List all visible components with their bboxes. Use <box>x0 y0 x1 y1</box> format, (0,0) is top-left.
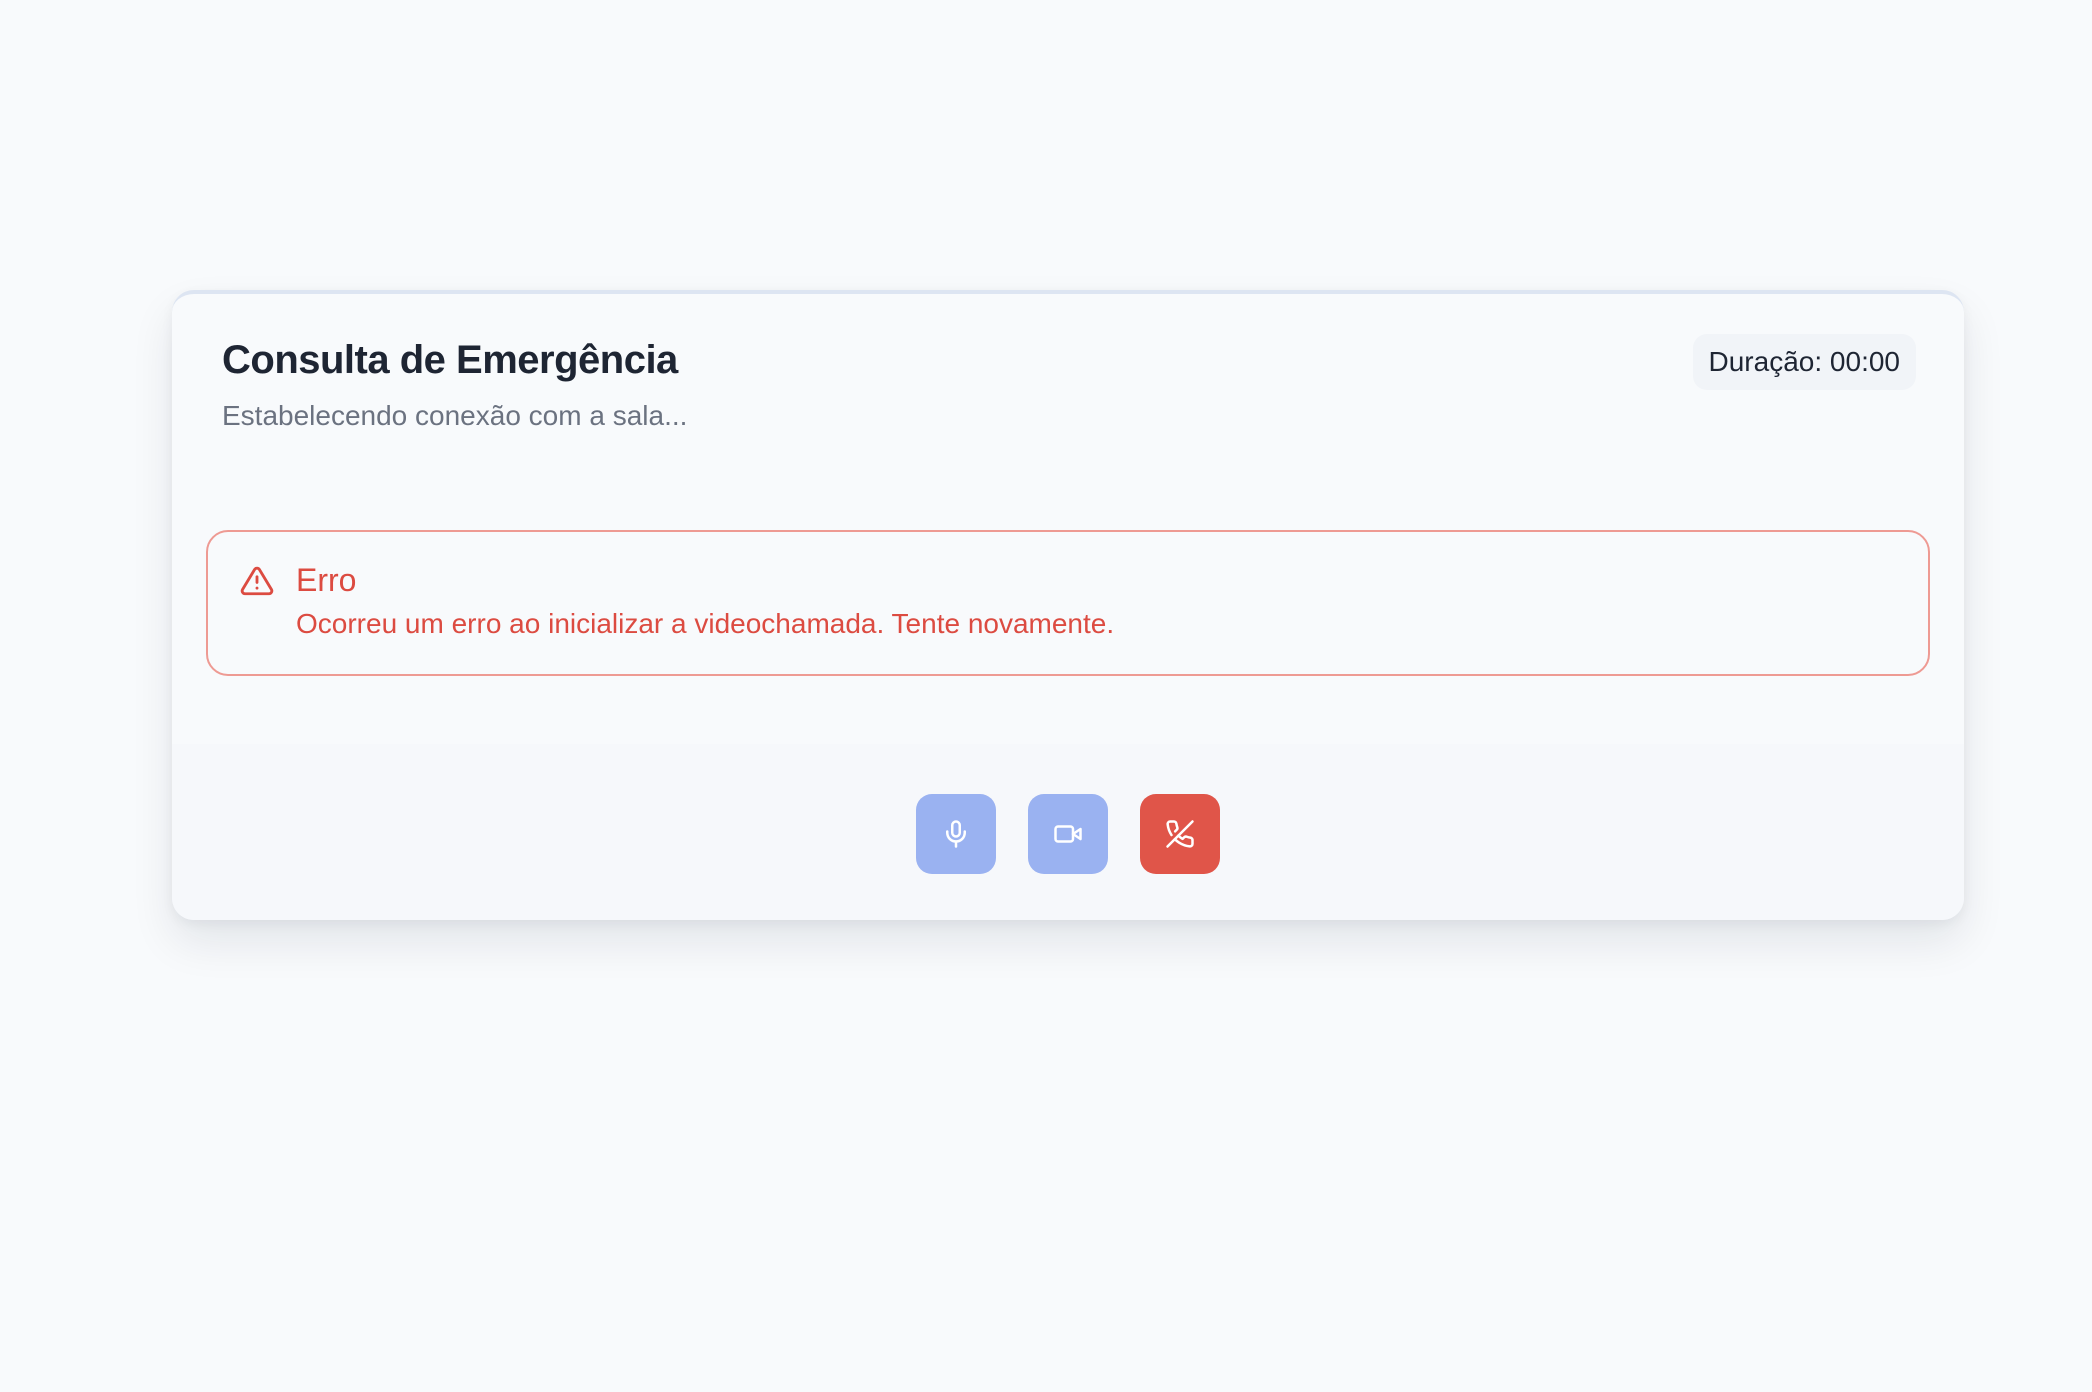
toggle-microphone-button[interactable] <box>916 794 996 874</box>
duration-value: 00:00 <box>1829 346 1900 377</box>
error-alert: Erro Ocorreu um erro ao inicializar a vi… <box>206 530 1930 676</box>
video-call-card: Consulta de Emergência Estabelecendo con… <box>172 290 1964 920</box>
alert-triangle-icon <box>240 566 274 596</box>
call-controls <box>172 744 1964 920</box>
toggle-camera-button[interactable] <box>1028 794 1108 874</box>
phone-off-icon <box>1166 820 1194 848</box>
error-title: Erro <box>296 562 357 598</box>
microphone-icon <box>946 820 966 848</box>
call-header: Consulta de Emergência Estabelecendo con… <box>222 334 1916 434</box>
error-message: Ocorreu um erro ao inicializar a videoch… <box>296 608 1115 639</box>
video-camera-icon <box>1054 825 1082 843</box>
duration-label: Duração: <box>1708 346 1823 377</box>
duration-badge: Duração: 00:00 <box>1692 334 1916 390</box>
connection-status: Estabelecendo conexão com a sala... <box>222 400 688 431</box>
page-title: Consulta de Emergência <box>222 338 678 382</box>
end-call-button[interactable] <box>1140 794 1220 874</box>
